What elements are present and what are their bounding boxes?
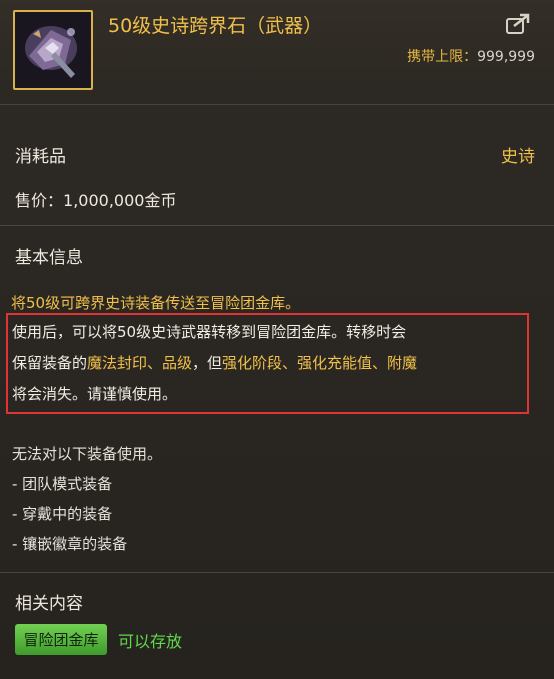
- item-header: 50级史诗跨界石（武器） 携带上限：999,999: [0, 0, 554, 104]
- restriction-item: - 团队模式装备: [12, 475, 113, 493]
- sell-price-label: 售价：: [15, 191, 64, 210]
- restriction-item: - 穿戴中的装备: [12, 505, 113, 523]
- carry-limit-label: 携带上限：: [407, 49, 478, 65]
- lost-attributes: 强化阶段、强化充能值、附魔: [222, 354, 418, 372]
- divider: [0, 104, 554, 105]
- item-name: 50级史诗跨界石（武器）: [108, 15, 323, 37]
- carry-limit-value: 999,999: [477, 49, 535, 65]
- restriction-item: - 镶嵌徽章的装备: [12, 535, 128, 553]
- item-type: 消耗品: [15, 147, 66, 167]
- sell-price-value: 1,000,000金币: [63, 191, 177, 210]
- divider: [0, 225, 554, 226]
- item-rarity: 史诗: [501, 147, 535, 167]
- desc-line-2a: 保留装备的: [12, 354, 88, 372]
- related-heading: 相关内容: [15, 594, 83, 614]
- share-icon[interactable]: [504, 12, 532, 36]
- desc-line-2c: ，但: [192, 354, 223, 372]
- sell-price: 售价：1,000,000金币: [15, 187, 176, 211]
- basic-info-heading: 基本信息: [15, 248, 83, 268]
- restriction-heading: 无法对以下装备使用。: [12, 445, 163, 463]
- carry-limit: 携带上限：999,999: [407, 46, 535, 66]
- desc-line-1: 使用后，可以将50级史诗武器转移到冒险团金库。转移时会: [12, 323, 407, 341]
- storable-status: 可以存放: [118, 632, 183, 651]
- desc-line-2: 保留装备的魔法封印、品级，但强化阶段、强化充能值、附魔: [12, 352, 417, 373]
- account-storage-tag[interactable]: 冒险团金库: [15, 624, 107, 655]
- desc-line-3: 将会消失。请谨慎使用。: [12, 385, 178, 403]
- item-summary: 将50级可跨界史诗装备传送至冒险团金库。: [11, 294, 301, 312]
- kept-attributes: 魔法封印、品级: [87, 354, 193, 372]
- epic-crossing-stone-icon: [13, 10, 93, 90]
- item-tooltip: 50级史诗跨界石（武器） 携带上限：999,999 消耗品 史诗 售价：1,00…: [0, 0, 554, 679]
- divider: [0, 572, 554, 573]
